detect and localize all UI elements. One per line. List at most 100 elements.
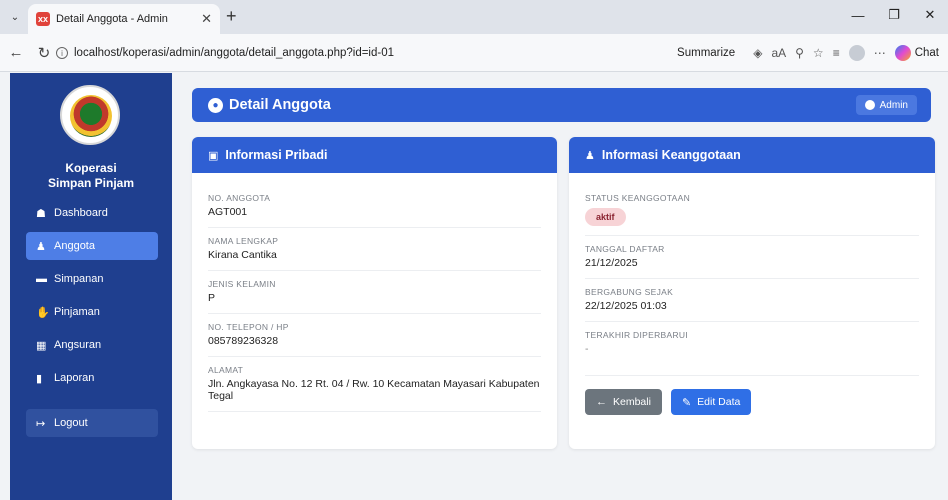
id-card-icon: ▣ — [208, 149, 219, 162]
summarize-button[interactable]: Summarize — [677, 47, 744, 59]
field-label: ALAMAT — [208, 365, 244, 375]
url-text: localhost/koperasi/admin/anggota/detail_… — [74, 47, 395, 59]
site-info-icon[interactable]: i — [56, 47, 68, 59]
sidebar-item-label: Dashboard — [54, 207, 108, 219]
browser-tab[interactable]: xx Detail Anggota - Admin ✕ — [28, 4, 220, 34]
field-phone: NO. TELEPON / HP 085789236328 — [208, 314, 541, 357]
field-value: P — [208, 292, 216, 304]
address-bar-actions: Summarize ◈ a​A ⚲ ☆ ≡ ⋯ Chat — [677, 42, 948, 64]
admin-badge[interactable]: Admin — [855, 95, 917, 115]
brand-name: Koperasi Simpan Pinjam — [10, 161, 172, 191]
hand-money-icon: ✋ — [36, 306, 50, 319]
admin-user-icon — [864, 100, 875, 110]
file-icon: ▮ — [36, 372, 43, 385]
logout-label: Logout — [54, 417, 88, 429]
sidebar-item-label: Pinjaman — [54, 306, 100, 318]
minimize-icon[interactable]: — — [840, 0, 876, 30]
summarize-icon: ◈ — [753, 46, 763, 60]
sidebar-item-label: Laporan — [54, 372, 95, 384]
page-title: ● Detail Anggota — [208, 97, 331, 113]
tab-close-icon[interactable]: ✕ — [201, 11, 212, 27]
field-member-number: NO. ANGGOTA AGT001 — [208, 185, 541, 228]
arrow-left-icon: ← — [596, 396, 607, 408]
membership-info-body: STATUS KEANGGOTAAN aktif TANGGAL DAFTAR … — [569, 173, 935, 415]
membership-info-header: ♟ Informasi Keanggotaan — [569, 137, 935, 173]
sidebar-item-simpanan[interactable]: ▬ Simpanan — [26, 265, 158, 293]
field-value: Kirana Cantika — [208, 249, 277, 261]
brand-line2: Simpan Pinjam — [47, 176, 135, 190]
personal-info-title: Informasi Pribadi — [225, 148, 328, 162]
back-button[interactable]: ← Kembali — [585, 389, 662, 415]
field-value: Jln. Angkayasa No. 12 Rt. 04 / Rw. 10 Ke… — [208, 378, 540, 402]
field-gender: JENIS KELAMIN P — [208, 271, 541, 314]
back-label: Kembali — [613, 396, 651, 408]
home-icon: ☗ — [36, 207, 46, 220]
field-membership-status: STATUS KEANGGOTAAN aktif — [585, 185, 919, 236]
field-label: BERGABUNG SEJAK — [585, 287, 674, 297]
read-aloud-icon[interactable]: a​A — [771, 46, 786, 60]
sidebar-item-label: Angsuran — [54, 339, 102, 351]
field-label: NO. TELEPON / HP — [208, 322, 289, 332]
field-value: - — [585, 343, 589, 355]
sidebar-item-label: Anggota — [54, 240, 95, 252]
koperasi-logo — [60, 85, 120, 145]
membership-info-card: ♟ Informasi Keanggotaan STATUS KEANGGOTA… — [569, 137, 935, 449]
sidebar-menu: ☗ Dashboard ♟ Anggota ▬ Simpanan ✋ Pinja… — [26, 199, 158, 442]
field-label: TANGGAL DAFTAR — [585, 244, 665, 254]
field-label: JENIS KELAMIN — [208, 279, 276, 289]
url-field[interactable]: i localhost/koperasi/admin/anggota/detai… — [56, 40, 676, 66]
field-label: NO. ANGGOTA — [208, 193, 271, 203]
logout-button[interactable]: ↦ Logout — [26, 409, 158, 437]
reload-icon[interactable]: ↻ — [32, 44, 56, 62]
menu-divider — [26, 397, 158, 409]
personal-info-header: ▣ Informasi Pribadi — [192, 137, 557, 173]
tab-list-chevron-icon[interactable]: ⌄ — [4, 6, 26, 28]
sidebar-item-pinjaman[interactable]: ✋ Pinjaman — [26, 298, 158, 326]
browser-tabbar: ⌄ xx Detail Anggota - Admin ✕ + — ❐ ✕ — [0, 0, 948, 34]
user-circle-icon: ● — [208, 97, 223, 113]
favicon-icon: xx — [36, 12, 50, 26]
edit-label: Edit Data — [697, 396, 741, 408]
field-address: ALAMAT Jln. Angkayasa No. 12 Rt. 04 / Rw… — [208, 357, 541, 412]
logout-icon: ↦ — [36, 417, 46, 430]
field-label: TERAKHIR DIPERBARUI — [585, 330, 688, 340]
field-label: NAMA LENGKAP — [208, 236, 279, 246]
copilot-icon[interactable] — [894, 45, 911, 61]
sidebar-item-laporan[interactable]: ▮ Laporan — [26, 364, 158, 392]
back-arrow-icon[interactable]: ← — [4, 44, 28, 61]
sidebar-item-dashboard[interactable]: ☗ Dashboard — [26, 199, 158, 227]
field-value: 22/12/2025 01:03 — [585, 300, 667, 312]
address-bar: ← ↻ i localhost/koperasi/admin/anggota/d… — [0, 34, 948, 72]
favorites-list-icon[interactable]: ≡ — [833, 46, 840, 60]
restore-icon[interactable]: ❐ — [876, 0, 912, 30]
favorite-star-icon[interactable]: ☆ — [813, 46, 824, 60]
sidebar-item-anggota[interactable]: ♟ Anggota — [26, 232, 158, 260]
edit-data-button[interactable]: ✎ Edit Data — [670, 389, 752, 415]
tab-title: Detail Anggota - Admin — [56, 13, 168, 25]
action-buttons: ← Kembali ✎ Edit Data — [585, 389, 919, 415]
logo-emblem-icon — [70, 95, 112, 137]
users-group-icon: ♟ — [585, 149, 595, 162]
status-badge: aktif — [585, 208, 626, 226]
page-header: ● Detail Anggota Admin — [192, 88, 931, 122]
membership-info-title: Informasi Keanggotaan — [601, 148, 741, 162]
sidebar: Koperasi Simpan Pinjam ☗ Dashboard ♟ Ang… — [10, 73, 172, 500]
profile-avatar-icon[interactable] — [848, 45, 865, 61]
zoom-icon[interactable]: ⚲ — [795, 46, 804, 60]
chat-label[interactable]: Chat — [915, 47, 939, 59]
field-value: 21/12/2025 — [585, 257, 638, 269]
more-menu-icon[interactable]: ⋯ — [874, 46, 886, 60]
field-label: STATUS KEANGGOTAAN — [585, 193, 691, 203]
field-full-name: NAMA LENGKAP Kirana Cantika — [208, 228, 541, 271]
calendar-icon: ▦ — [36, 339, 47, 352]
edit-icon: ✎ — [681, 396, 692, 409]
sidebar-item-angsuran[interactable]: ▦ Angsuran — [26, 331, 158, 359]
field-value: AGT001 — [208, 206, 248, 218]
new-tab-icon[interactable]: + — [226, 6, 237, 27]
personal-info-card: ▣ Informasi Pribadi NO. ANGGOTA AGT001 N… — [192, 137, 557, 449]
window-controls: — ❐ ✕ — [840, 0, 948, 30]
window-close-icon[interactable]: ✕ — [912, 0, 948, 30]
brand-line1: Koperasi — [65, 161, 117, 175]
field-value: 085789236328 — [208, 335, 279, 347]
wallet-icon: ▬ — [36, 273, 47, 285]
